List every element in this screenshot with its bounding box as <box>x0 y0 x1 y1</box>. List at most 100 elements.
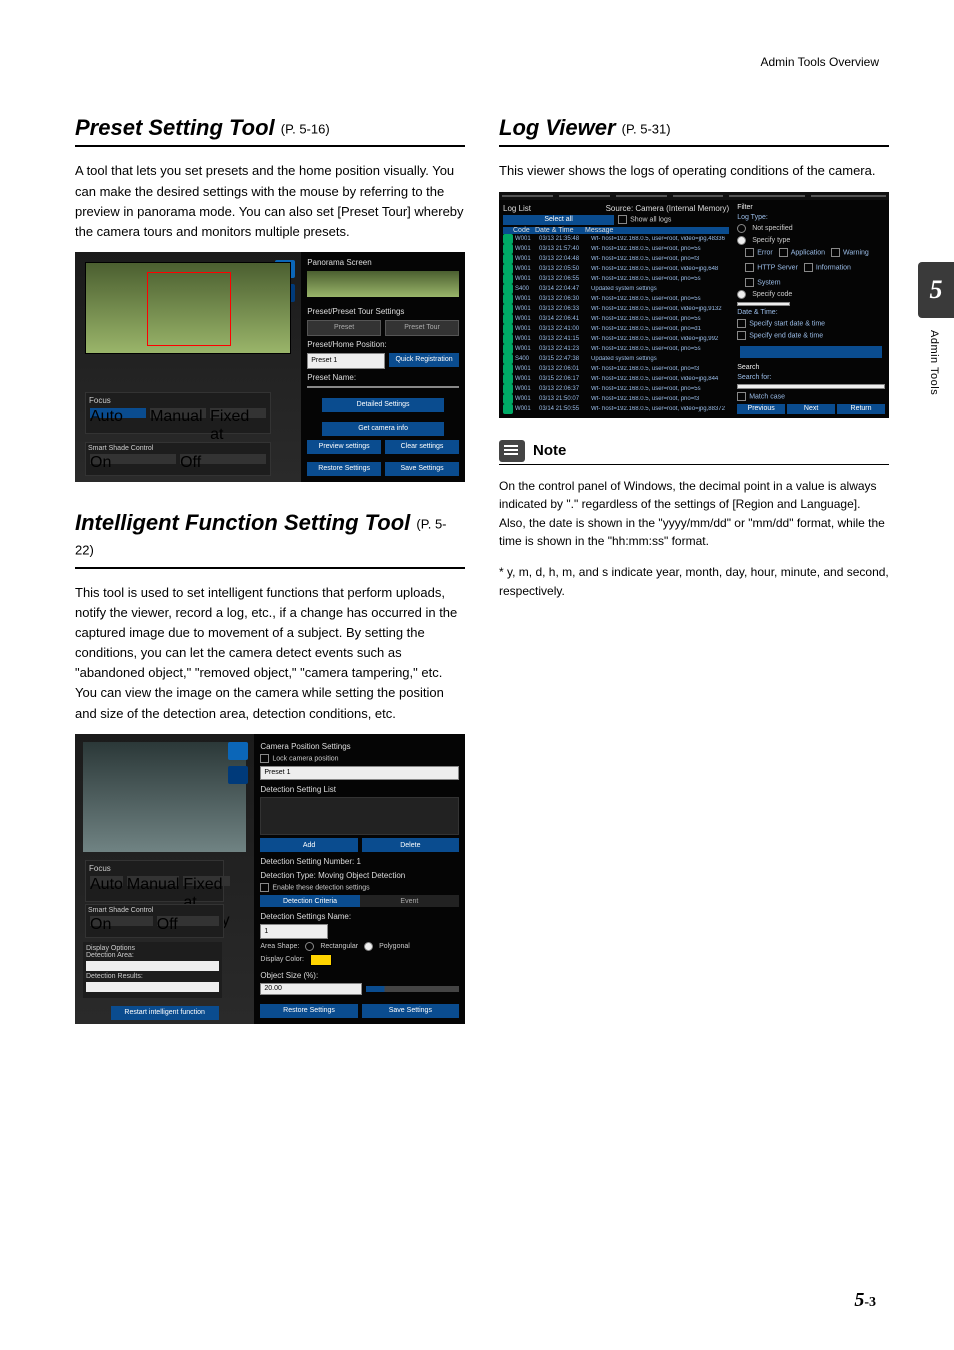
fixed-infinity-button[interactable]: Fixed at Infinity <box>210 408 266 418</box>
enable-detection-checkbox[interactable]: Enable these detection settings <box>260 883 459 892</box>
log-row[interactable]: W00103/15 22:06:17Wf- host=192.168.0.5, … <box>503 374 729 384</box>
detection-area-select[interactable] <box>86 961 219 971</box>
det-set-name-input[interactable]: 1 <box>260 924 328 939</box>
log-row[interactable]: W00103/13 22:06:37Wf- host=192.168.0.5, … <box>503 384 729 394</box>
restore-settings-button[interactable]: Restore Settings <box>260 1004 357 1018</box>
preset-select[interactable]: Preset 1 <box>260 766 459 781</box>
preset-tour-settings-label: Preset/Preset Tour Settings <box>307 307 459 316</box>
matchcase-chk[interactable]: Match case <box>737 392 885 401</box>
show-all-checkbox[interactable]: Show all logs <box>618 215 729 225</box>
prev-file-button[interactable] <box>616 195 667 197</box>
ssc-on-button[interactable]: On <box>90 454 176 464</box>
intel-title-text: Intelligent Function Setting Tool <box>75 510 410 535</box>
log-row[interactable]: W00103/13 22:06:55Wf- host=192.168.0.5, … <box>503 274 729 284</box>
next-button[interactable]: Next <box>787 404 835 414</box>
reload-button[interactable] <box>559 195 610 197</box>
log-row[interactable]: W00103/14 21:50:55Wf- host=192.168.0.5, … <box>503 404 729 414</box>
detection-criteria-tab[interactable]: Detection Criteria <box>260 895 359 907</box>
specstart-chk[interactable]: Specify start date & time <box>737 319 885 328</box>
fixed-infinity-button[interactable]: Fixed at Infinity <box>183 876 229 886</box>
system-chk[interactable]: System <box>745 278 780 287</box>
color-swatch[interactable] <box>310 954 332 966</box>
open-local-button[interactable] <box>729 195 804 197</box>
log-row[interactable]: S40003/15 22:47:38Updated system setting… <box>503 354 729 364</box>
poly-label: Polygonal <box>379 943 410 950</box>
specend-chk[interactable]: Specify end date & time <box>737 331 885 340</box>
ssc-on-button[interactable]: On <box>90 916 153 926</box>
clear-settings-button[interactable]: Clear settings <box>385 440 459 454</box>
preset-name-input[interactable] <box>307 386 459 388</box>
preset-tour-tab[interactable]: Preset Tour <box>385 320 459 336</box>
quick-registration-button[interactable]: Quick Registration <box>389 353 459 367</box>
restore-settings-button[interactable]: Restore Settings <box>307 462 381 476</box>
notspec-radio[interactable] <box>737 224 746 233</box>
log-row[interactable]: W00103/13 22:05:50Wf- host=192.168.0.5, … <box>503 264 729 274</box>
log-viewer-screenshot: Log List Source: Camera (Internal Memory… <box>499 192 889 412</box>
ssc-label: Smart Shade Control <box>88 907 221 914</box>
auto-button[interactable]: Auto <box>90 876 123 886</box>
warning-chk[interactable]: Warning <box>831 248 869 257</box>
camera-view <box>83 742 246 852</box>
application-chk[interactable]: Application <box>779 248 825 257</box>
obj-size-input[interactable]: 20.00 <box>260 983 361 995</box>
auto-button[interactable]: Auto <box>90 408 146 418</box>
save-settings-button[interactable]: Save Settings <box>362 1004 459 1018</box>
lock-camera-checkbox[interactable]: Lock camera position <box>260 754 459 763</box>
ssc-label: Smart Shade Control <box>88 445 268 452</box>
manual-button[interactable]: Manual <box>127 876 179 886</box>
log-row[interactable]: W00103/13 21:35:48Wf- host=192.168.0.5, … <box>503 234 729 244</box>
get-camera-info-button[interactable]: Get camera info <box>322 422 443 436</box>
speccode-radio[interactable] <box>737 290 746 299</box>
preview-settings-button[interactable]: Preview settings <box>307 440 381 454</box>
detection-results-label: Detection Results: <box>86 973 219 980</box>
save-local-button[interactable] <box>811 195 886 197</box>
download-button[interactable] <box>502 195 553 197</box>
log-row[interactable]: W00103/13 22:06:01Wf- host=192.168.0.5, … <box>503 364 729 374</box>
log-row[interactable]: W00103/13 22:06:33Wf- host=192.168.0.5, … <box>503 304 729 314</box>
delete-button[interactable]: Delete <box>362 838 459 852</box>
preset-tab[interactable]: Preset <box>307 320 381 336</box>
filter-label: Filter <box>737 204 885 211</box>
error-chk[interactable]: Error <box>745 248 773 257</box>
preset-title: Preset Setting Tool (P. 5-16) <box>75 115 465 147</box>
add-button[interactable]: Add <box>260 838 357 852</box>
rect-radio[interactable] <box>305 942 314 951</box>
page-number: 5-3 <box>854 1289 876 1312</box>
log-row[interactable]: W00103/13 22:41:23Wf- host=192.168.0.5, … <box>503 344 729 354</box>
ssc-off-button[interactable]: Off <box>180 454 266 464</box>
display-options-label: Display Options <box>86 945 219 952</box>
detection-results-select[interactable] <box>86 982 219 992</box>
panorama-screen-label: Panorama Screen <box>307 258 459 267</box>
previous-button[interactable]: Previous <box>737 404 785 414</box>
log-row[interactable]: S40003/14 22:04:47Updated system setting… <box>503 284 729 294</box>
detailed-settings-button[interactable]: Detailed Settings <box>322 398 443 412</box>
log-row[interactable]: W00103/13 21:50:07Wf- host=192.168.0.5, … <box>503 394 729 404</box>
search-input[interactable] <box>737 384 885 389</box>
log-row[interactable]: W00103/13 22:06:30Wf- host=192.168.0.5, … <box>503 294 729 304</box>
log-row[interactable]: W00103/14 22:06:41Wf- host=192.168.0.5, … <box>503 314 729 324</box>
log-row[interactable]: W00103/13 22:41:00Wf- host=192.168.0.5, … <box>503 324 729 334</box>
restart-intel-button[interactable]: Restart intelligent function <box>111 1006 219 1020</box>
obj-size-slider[interactable] <box>366 986 459 992</box>
event-tab[interactable]: Event <box>360 895 459 907</box>
note-body-1: On the control panel of Windows, the dec… <box>499 477 889 551</box>
save-settings-button[interactable]: Save Settings <box>385 462 459 476</box>
ssc-off-button[interactable]: Off <box>157 916 220 926</box>
log-row[interactable]: W00103/13 22:04:48Wf- host=192.168.0.5, … <box>503 254 729 264</box>
return-button[interactable]: Return <box>837 404 885 414</box>
preset-select[interactable]: Preset 1 <box>307 353 385 369</box>
preset-home-label: Preset/Home Position: <box>307 340 459 349</box>
intel-body: This tool is used to set intelligent fun… <box>75 583 465 724</box>
information-chk[interactable]: Information <box>804 263 851 272</box>
manual-button[interactable]: Manual <box>150 408 206 418</box>
log-row[interactable]: W00103/13 21:57:40Wf- host=192.168.0.5, … <box>503 244 729 254</box>
preset-tool-screenshot: Focus Auto Manual Fixed at Infinity Smar… <box>75 252 465 482</box>
httpserver-chk[interactable]: HTTP Server <box>745 263 798 272</box>
poly-radio[interactable] <box>364 942 373 951</box>
select-all-button[interactable]: Select all <box>503 215 614 225</box>
spectype-radio[interactable] <box>737 236 746 245</box>
log-row[interactable]: W00103/13 22:41:15Wf- host=192.168.0.5, … <box>503 334 729 344</box>
next-file-button[interactable] <box>673 195 724 197</box>
apply-filter-button[interactable] <box>740 346 882 358</box>
code-input[interactable] <box>737 302 789 307</box>
